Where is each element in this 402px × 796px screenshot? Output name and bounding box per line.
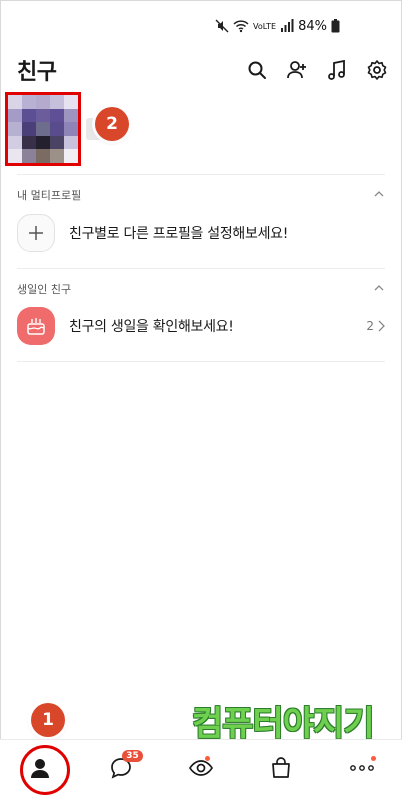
multi-profile-row[interactable]: 친구별로 다른 프로필을 설정해보세요! bbox=[17, 213, 385, 253]
chat-count-badge: 35 bbox=[122, 750, 143, 762]
volte-label: VoLTE bbox=[253, 21, 277, 31]
signal-icon bbox=[280, 19, 294, 33]
bottom-tab-bar: 35 bbox=[0, 739, 402, 796]
section-title-multi-profile: 내 멀티프로필 bbox=[17, 189, 82, 202]
battery-icon bbox=[331, 19, 340, 33]
view-new-dot bbox=[205, 756, 211, 761]
battery-percent: 84% bbox=[298, 18, 327, 34]
chevron-right-icon bbox=[378, 320, 385, 332]
mute-icon bbox=[215, 19, 229, 33]
tab-more[interactable] bbox=[322, 740, 402, 796]
annotation-marker-1: 1 bbox=[31, 703, 65, 737]
chevron-up-icon[interactable] bbox=[374, 189, 384, 199]
birthday-count-value: 2 bbox=[366, 319, 374, 333]
page-title: 친구 bbox=[17, 60, 57, 85]
annotation-marker-2: 2 bbox=[95, 107, 129, 141]
birthday-row[interactable]: 친구의 생일을 확인해보세요! 2 bbox=[17, 306, 385, 346]
plus-icon bbox=[29, 226, 43, 240]
cake-icon bbox=[27, 318, 45, 335]
birthday-label: 친구의 생일을 확인해보세요! bbox=[69, 319, 234, 335]
watermark: 컴퓨터야지기 bbox=[192, 704, 375, 744]
pixelated-avatar bbox=[8, 95, 78, 163]
header: 친구 bbox=[17, 50, 388, 90]
wifi-icon bbox=[233, 19, 249, 33]
divider bbox=[17, 268, 385, 269]
tab-shopping[interactable] bbox=[241, 740, 321, 796]
tab-chats[interactable]: 35 bbox=[80, 740, 160, 796]
add-profile-thumb bbox=[17, 214, 55, 252]
header-actions bbox=[246, 59, 388, 81]
birthday-count: 2 bbox=[366, 319, 385, 333]
music-icon[interactable] bbox=[326, 59, 348, 81]
section-title-birthday: 생일인 친구 bbox=[17, 283, 72, 296]
birthday-thumb bbox=[17, 307, 55, 345]
my-profile-image[interactable] bbox=[5, 92, 81, 166]
tab-view[interactable] bbox=[161, 740, 241, 796]
chevron-up-icon[interactable] bbox=[374, 283, 384, 293]
multi-profile-label: 친구별로 다른 프로필을 설정해보세요! bbox=[69, 226, 289, 242]
add-friend-icon[interactable] bbox=[286, 59, 308, 81]
shopping-bag-icon bbox=[272, 757, 291, 778]
settings-icon[interactable] bbox=[366, 59, 388, 81]
person-icon bbox=[31, 759, 50, 778]
more-new-dot bbox=[371, 756, 377, 761]
eye-icon bbox=[189, 760, 213, 776]
status-bar: VoLTE 84% bbox=[215, 14, 340, 38]
tab-friends[interactable] bbox=[0, 740, 80, 796]
divider bbox=[17, 174, 385, 175]
search-icon[interactable] bbox=[246, 59, 268, 81]
divider bbox=[17, 361, 385, 362]
more-dots-icon bbox=[349, 765, 374, 771]
